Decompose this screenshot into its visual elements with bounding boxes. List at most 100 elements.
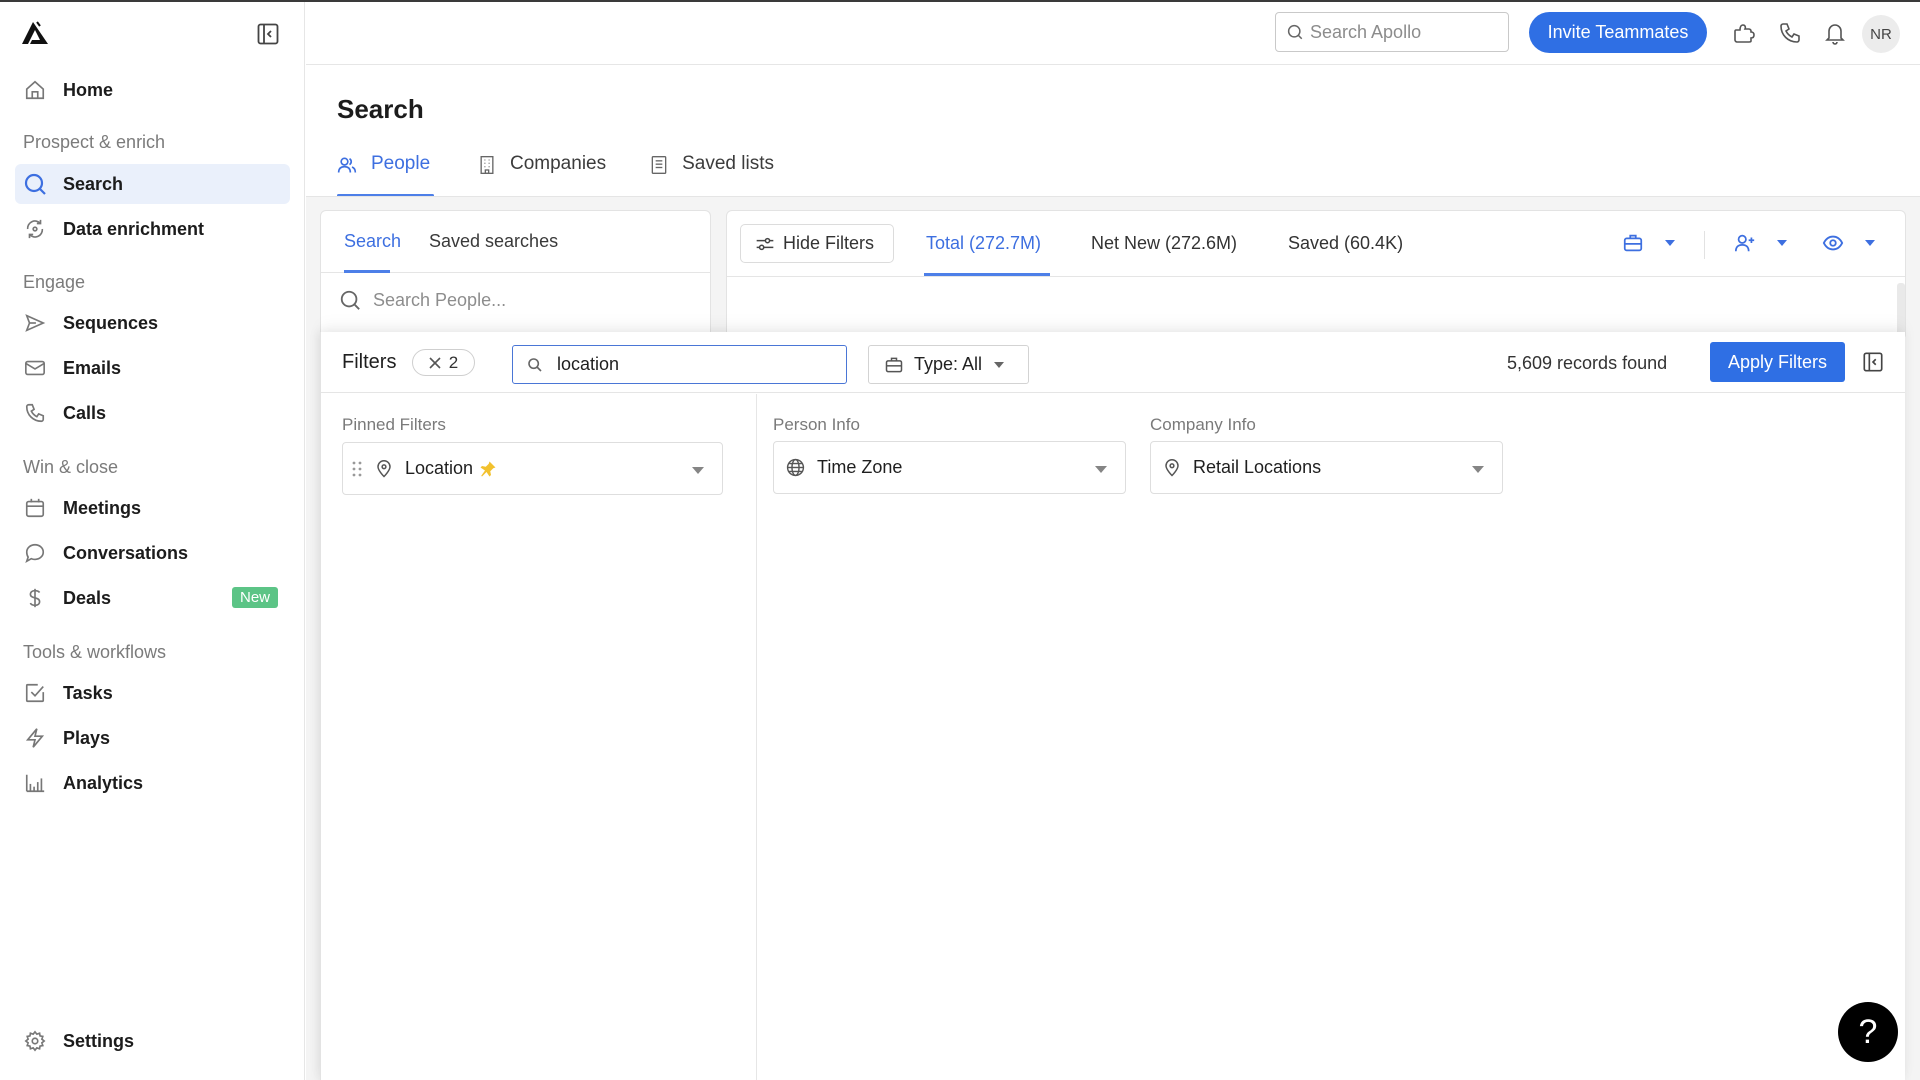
sidebar-item-tasks[interactable]: Tasks xyxy=(15,673,290,713)
phone-icon xyxy=(15,402,55,424)
filter-search-input[interactable] xyxy=(557,354,827,375)
tab-search[interactable]: Search xyxy=(344,231,401,252)
filter-time-zone[interactable]: Time Zone xyxy=(773,441,1126,494)
filter-location[interactable]: Location xyxy=(342,442,723,495)
caret-down-icon[interactable] xyxy=(1665,240,1675,246)
global-search-input[interactable] xyxy=(1310,21,1490,43)
tab-net-new[interactable]: Net New (272.6M) xyxy=(1091,233,1237,254)
sidebar-item-calls[interactable]: Calls xyxy=(15,393,290,433)
bell-icon[interactable] xyxy=(1823,21,1847,45)
filters-title: Filters xyxy=(342,351,397,373)
results-scrollbar[interactable] xyxy=(1897,283,1905,339)
divider xyxy=(1704,231,1705,259)
filter-label: Time Zone xyxy=(817,457,903,477)
caret-down-icon xyxy=(994,361,1005,368)
filter-retail-locations[interactable]: Retail Locations xyxy=(1150,441,1503,494)
sidebar-item-home[interactable]: Home xyxy=(15,70,290,110)
gear-icon xyxy=(15,1030,55,1052)
collapse-sidebar-icon[interactable] xyxy=(256,22,280,46)
people-search-input[interactable] xyxy=(373,289,673,311)
active-tab-indicator xyxy=(924,273,1050,276)
search-icon xyxy=(1286,23,1304,41)
page-title: Search xyxy=(337,94,424,124)
location-pin-icon xyxy=(375,459,393,479)
topbar: Invite Teammates NR xyxy=(306,2,1920,65)
checkbox-icon xyxy=(15,682,55,704)
group-label-person-info: Person Info xyxy=(773,415,860,434)
tab-label: Companies xyxy=(510,153,607,174)
clear-filters-chip[interactable]: 2 xyxy=(412,349,475,376)
group-label-pinned: Pinned Filters xyxy=(342,415,446,434)
user-avatar[interactable]: NR xyxy=(1862,15,1900,53)
enrichment-icon xyxy=(15,218,55,240)
section-prospect: Prospect & enrich xyxy=(23,132,166,152)
tab-label: People xyxy=(371,153,431,174)
mail-icon xyxy=(15,357,55,379)
sidebar-item-deals[interactable]: Deals New xyxy=(15,578,290,618)
dollar-icon xyxy=(15,587,55,609)
location-pin-icon xyxy=(1163,458,1181,478)
type-dropdown[interactable]: Type: All xyxy=(868,345,1029,384)
sidebar-item-settings[interactable]: Settings xyxy=(15,1021,290,1061)
sidebar-item-plays[interactable]: Plays xyxy=(15,718,290,758)
section-engage: Engage xyxy=(23,272,86,292)
caret-down-icon[interactable] xyxy=(1865,240,1875,246)
tab-total[interactable]: Total (272.7M) xyxy=(926,233,1041,254)
sidebar-item-label: Conversations xyxy=(63,542,189,563)
sidebar: Home Prospect & enrich Search Data enric… xyxy=(0,2,305,1080)
sidebar-item-label: Data enrichment xyxy=(63,218,205,239)
results-panel: Hide Filters Total (272.7M) Net New (272… xyxy=(726,210,1906,340)
pin-icon[interactable] xyxy=(479,460,497,478)
caret-down-icon[interactable] xyxy=(1777,240,1787,246)
global-search[interactable] xyxy=(1275,12,1509,52)
help-button[interactable]: ? xyxy=(1838,1002,1898,1062)
sidebar-item-meetings[interactable]: Meetings xyxy=(15,488,290,528)
hide-filters-button[interactable]: Hide Filters xyxy=(740,224,894,263)
sidebar-item-analytics[interactable]: Analytics xyxy=(15,763,290,803)
search-panel-tabs: Search Saved searches xyxy=(321,211,710,273)
filter-search[interactable] xyxy=(512,345,847,384)
sidebar-item-emails[interactable]: Emails xyxy=(15,348,290,388)
sidebar-item-label: Plays xyxy=(63,727,111,748)
sidebar-item-data-enrichment[interactable]: Data enrichment xyxy=(15,209,290,249)
sidebar-item-label: Meetings xyxy=(63,497,142,518)
close-icon xyxy=(429,356,441,369)
collapse-panel-icon[interactable] xyxy=(1862,351,1884,373)
sidebar-item-sequences[interactable]: Sequences xyxy=(15,303,290,343)
main-tabs: People Companies Saved lists xyxy=(337,147,774,197)
invite-teammates-button[interactable]: Invite Teammates xyxy=(1529,12,1707,53)
sliders-icon xyxy=(755,235,775,253)
sidebar-item-conversations[interactable]: Conversations xyxy=(15,533,290,573)
filter-label: Location xyxy=(405,458,474,478)
tab-saved-lists[interactable]: Saved lists xyxy=(650,147,774,197)
section-tools: Tools & workflows xyxy=(23,642,167,662)
briefcase-icon[interactable] xyxy=(1622,232,1644,254)
chat-bubble-icon xyxy=(15,542,55,564)
sidebar-item-label: Search xyxy=(63,173,124,194)
caret-down-icon xyxy=(1472,466,1484,473)
apply-filters-button[interactable]: Apply Filters xyxy=(1710,342,1845,382)
filters-panel: Filters 2 Type: All 5,609 records found … xyxy=(320,332,1905,1080)
eye-icon[interactable] xyxy=(1822,232,1844,254)
phone-icon[interactable] xyxy=(1778,21,1802,45)
people-search[interactable] xyxy=(339,289,673,311)
apollo-logo[interactable] xyxy=(20,20,52,48)
tab-companies[interactable]: Companies xyxy=(478,147,606,197)
type-label: Type: All xyxy=(914,354,983,374)
building-icon xyxy=(478,155,496,175)
tab-people[interactable]: People xyxy=(337,147,434,197)
active-tab-indicator xyxy=(344,270,390,273)
globe-icon xyxy=(786,458,805,477)
tab-saved-searches[interactable]: Saved searches xyxy=(429,231,558,252)
drag-handle-icon[interactable] xyxy=(351,460,363,478)
add-person-icon[interactable] xyxy=(1734,232,1756,254)
new-badge: New xyxy=(231,587,278,608)
search-icon xyxy=(339,289,361,311)
sidebar-item-label: Calls xyxy=(63,402,107,423)
tab-saved[interactable]: Saved (60.4K) xyxy=(1288,233,1403,254)
sidebar-item-search[interactable]: Search xyxy=(15,164,290,204)
results-toolbar: Hide Filters Total (272.7M) Net New (272… xyxy=(727,211,1905,277)
send-icon xyxy=(15,312,55,334)
puzzle-icon[interactable] xyxy=(1732,21,1756,45)
list-icon xyxy=(650,155,668,175)
